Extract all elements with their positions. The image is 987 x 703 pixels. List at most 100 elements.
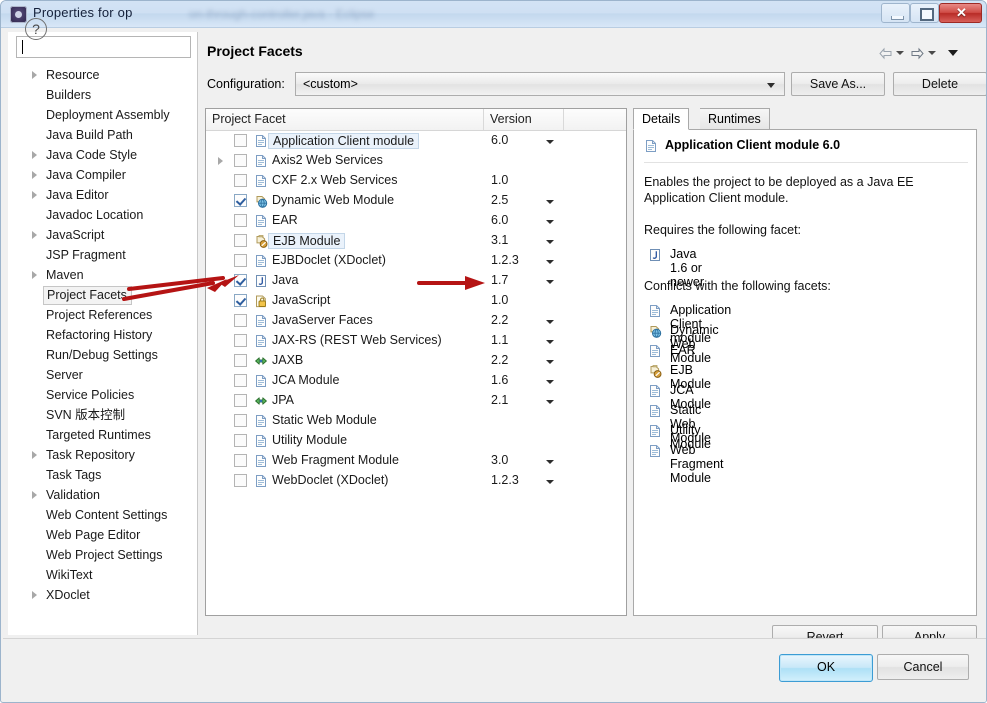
chevron-right-icon[interactable]: [32, 451, 37, 459]
chevron-right-icon[interactable]: [32, 591, 37, 599]
sidebar-item-project-references[interactable]: Project References: [8, 305, 197, 325]
table-row[interactable]: JavaServer Faces 2.2: [206, 311, 626, 331]
facet-checkbox[interactable]: [234, 274, 247, 287]
facet-checkbox[interactable]: [234, 434, 247, 447]
table-row[interactable]: Dynamic Web Module 2.5: [206, 191, 626, 211]
sidebar-item-java-build-path[interactable]: Java Build Path: [8, 125, 197, 145]
facet-checkbox[interactable]: [234, 214, 247, 227]
sidebar-item-java-editor[interactable]: Java Editor: [8, 185, 197, 205]
chevron-down-icon[interactable]: [546, 260, 554, 264]
table-row[interactable]: Java 1.7: [206, 271, 626, 291]
chevron-right-icon[interactable]: [32, 191, 37, 199]
table-row[interactable]: JPA 2.1: [206, 391, 626, 411]
table-row[interactable]: EJB Module 3.1: [206, 231, 626, 251]
chevron-down-icon[interactable]: [948, 50, 958, 56]
sidebar-item-maven[interactable]: Maven: [8, 265, 197, 285]
facet-checkbox[interactable]: [234, 474, 247, 487]
sidebar-item-server[interactable]: Server: [8, 365, 197, 385]
table-row[interactable]: Utility Module: [206, 431, 626, 451]
sidebar-item-targeted-runtimes[interactable]: Targeted Runtimes: [8, 425, 197, 445]
filter-input[interactable]: [16, 36, 191, 58]
configuration-select[interactable]: <custom>: [295, 72, 785, 96]
table-row[interactable]: JavaScript 1.0: [206, 291, 626, 311]
facet-checkbox[interactable]: [234, 194, 247, 207]
sidebar-item-service-policies[interactable]: Service Policies: [8, 385, 197, 405]
sidebar-item-task-tags[interactable]: Task Tags: [8, 465, 197, 485]
facet-checkbox[interactable]: [234, 294, 247, 307]
chevron-right-icon[interactable]: [32, 231, 37, 239]
chevron-down-icon[interactable]: [546, 480, 554, 484]
facet-checkbox[interactable]: [234, 154, 247, 167]
chevron-down-icon[interactable]: [546, 200, 554, 204]
sidebar-item-web-content-settings[interactable]: Web Content Settings: [8, 505, 197, 525]
facet-checkbox[interactable]: [234, 134, 247, 147]
table-row[interactable]: JAXB 2.2: [206, 351, 626, 371]
sidebar-item-deployment-assembly[interactable]: Deployment Assembly: [8, 105, 197, 125]
table-row[interactable]: Application Client module 6.0: [206, 131, 626, 151]
maximize-button[interactable]: [910, 3, 939, 23]
facet-checkbox[interactable]: [234, 374, 247, 387]
sidebar-item-web-project-settings[interactable]: Web Project Settings: [8, 545, 197, 565]
minimize-button[interactable]: [881, 3, 910, 23]
chevron-right-icon[interactable]: [32, 271, 37, 279]
facet-checkbox[interactable]: [234, 334, 247, 347]
table-row[interactable]: EJBDoclet (XDoclet) 1.2.3: [206, 251, 626, 271]
delete-button[interactable]: Delete: [893, 72, 986, 96]
help-icon[interactable]: ?: [25, 18, 47, 40]
chevron-right-icon[interactable]: [218, 157, 223, 165]
sidebar-item-java-compiler[interactable]: Java Compiler: [8, 165, 197, 185]
chevron-down-icon[interactable]: [928, 51, 936, 55]
ok-button[interactable]: OK: [779, 654, 873, 682]
sidebar-item-wikitext[interactable]: WikiText: [8, 565, 197, 585]
chevron-down-icon[interactable]: [546, 320, 554, 324]
chevron-down-icon[interactable]: [546, 240, 554, 244]
facet-checkbox[interactable]: [234, 254, 247, 267]
facet-checkbox[interactable]: [234, 314, 247, 327]
tab-details[interactable]: Details: [633, 108, 690, 130]
table-row[interactable]: Static Web Module: [206, 411, 626, 431]
table-row[interactable]: WebDoclet (XDoclet) 1.2.3: [206, 471, 626, 491]
sidebar-item-resource[interactable]: Resource: [8, 65, 197, 85]
sidebar-item-validation[interactable]: Validation: [8, 485, 197, 505]
chevron-down-icon[interactable]: [546, 220, 554, 224]
arrow-right-icon[interactable]: [910, 47, 925, 60]
column-header-version[interactable]: Version: [484, 109, 564, 130]
table-row[interactable]: Web Fragment Module 3.0: [206, 451, 626, 471]
sidebar-item-project-facets[interactable]: Project Facets: [8, 285, 197, 305]
chevron-right-icon[interactable]: [32, 151, 37, 159]
chevron-down-icon[interactable]: [896, 51, 904, 55]
sidebar-item-refactoring-history[interactable]: Refactoring History: [8, 325, 197, 345]
facet-checkbox[interactable]: [234, 174, 247, 187]
tab-runtimes[interactable]: Runtimes: [700, 108, 770, 130]
cancel-button[interactable]: Cancel: [877, 654, 969, 680]
table-row[interactable]: EAR 6.0: [206, 211, 626, 231]
column-header-facet[interactable]: Project Facet: [206, 109, 484, 130]
chevron-right-icon[interactable]: [32, 71, 37, 79]
chevron-down-icon[interactable]: [546, 380, 554, 384]
close-button[interactable]: ✕: [939, 3, 982, 23]
sidebar-item-jsp-fragment[interactable]: JSP Fragment: [8, 245, 197, 265]
chevron-down-icon[interactable]: [546, 360, 554, 364]
chevron-down-icon[interactable]: [546, 400, 554, 404]
sidebar-item-run-debug-settings[interactable]: Run/Debug Settings: [8, 345, 197, 365]
facet-checkbox[interactable]: [234, 414, 247, 427]
chevron-down-icon[interactable]: [546, 340, 554, 344]
sidebar-item-javadoc-location[interactable]: Javadoc Location: [8, 205, 197, 225]
table-row[interactable]: Axis2 Web Services: [206, 151, 626, 171]
chevron-down-icon[interactable]: [546, 460, 554, 464]
chevron-right-icon[interactable]: [32, 491, 37, 499]
save-as-button[interactable]: Save As...: [791, 72, 885, 96]
sidebar-item-java-code-style[interactable]: Java Code Style: [8, 145, 197, 165]
sidebar-item-javascript[interactable]: JavaScript: [8, 225, 197, 245]
chevron-down-icon[interactable]: [546, 280, 554, 284]
sidebar-item-xdoclet[interactable]: XDoclet: [8, 585, 197, 605]
sidebar-item-task-repository[interactable]: Task Repository: [8, 445, 197, 465]
facet-checkbox[interactable]: [234, 454, 247, 467]
sidebar-item-svn[interactable]: SVN 版本控制: [8, 405, 197, 425]
sidebar-item-web-page-editor[interactable]: Web Page Editor: [8, 525, 197, 545]
table-row[interactable]: CXF 2.x Web Services 1.0: [206, 171, 626, 191]
arrow-left-icon[interactable]: [878, 47, 893, 60]
chevron-down-icon[interactable]: [546, 140, 554, 144]
facet-checkbox[interactable]: [234, 394, 247, 407]
chevron-right-icon[interactable]: [32, 171, 37, 179]
